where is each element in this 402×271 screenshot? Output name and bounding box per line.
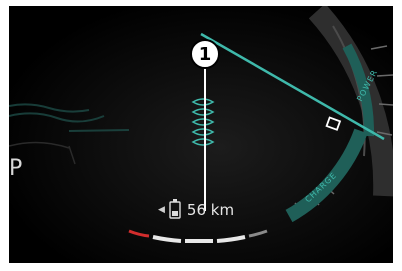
callout-badge: 1 — [190, 39, 220, 69]
range-readout: ◀ 56 km — [158, 199, 234, 221]
range-value: 56 km — [186, 201, 235, 219]
triangle-left-icon: ◀ — [158, 205, 165, 215]
cluster-display: P ◀ 56 km POWER CHARGE 1 — [9, 6, 393, 263]
gear-indicator: P — [9, 156, 23, 181]
